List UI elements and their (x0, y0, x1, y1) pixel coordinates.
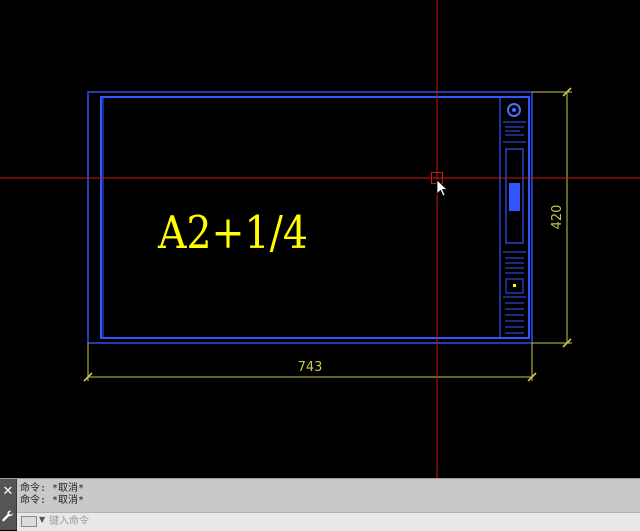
wrench-icon[interactable] (1, 509, 15, 523)
command-line-panel: ✕ 命令: *取消* 命令: *取消* ▼ (0, 478, 640, 531)
sheet-size-label: A2+1/4 (157, 206, 308, 259)
history-line: 命令: *取消* (20, 483, 85, 494)
dimension-height-text: 420 (550, 205, 565, 230)
chevron-down-icon[interactable]: ▼ (39, 515, 45, 524)
drawing-canvas[interactable]: A2+1/4 743 420 (0, 0, 640, 478)
close-icon[interactable]: ✕ (2, 485, 14, 499)
crosshair-cursor (0, 0, 640, 478)
dimension-width-text: 743 (298, 360, 323, 375)
command-history: 命令: *取消* 命令: *取消* (20, 483, 630, 509)
command-line-handle[interactable]: ✕ (0, 479, 17, 530)
title-block (499, 97, 526, 338)
command-input-row: ▼ (17, 512, 640, 531)
command-input[interactable] (49, 514, 629, 529)
history-line: 命令: *取消* (20, 495, 85, 506)
sheet-outer-border (87, 91, 533, 344)
command-prompt-icon[interactable] (21, 516, 37, 527)
